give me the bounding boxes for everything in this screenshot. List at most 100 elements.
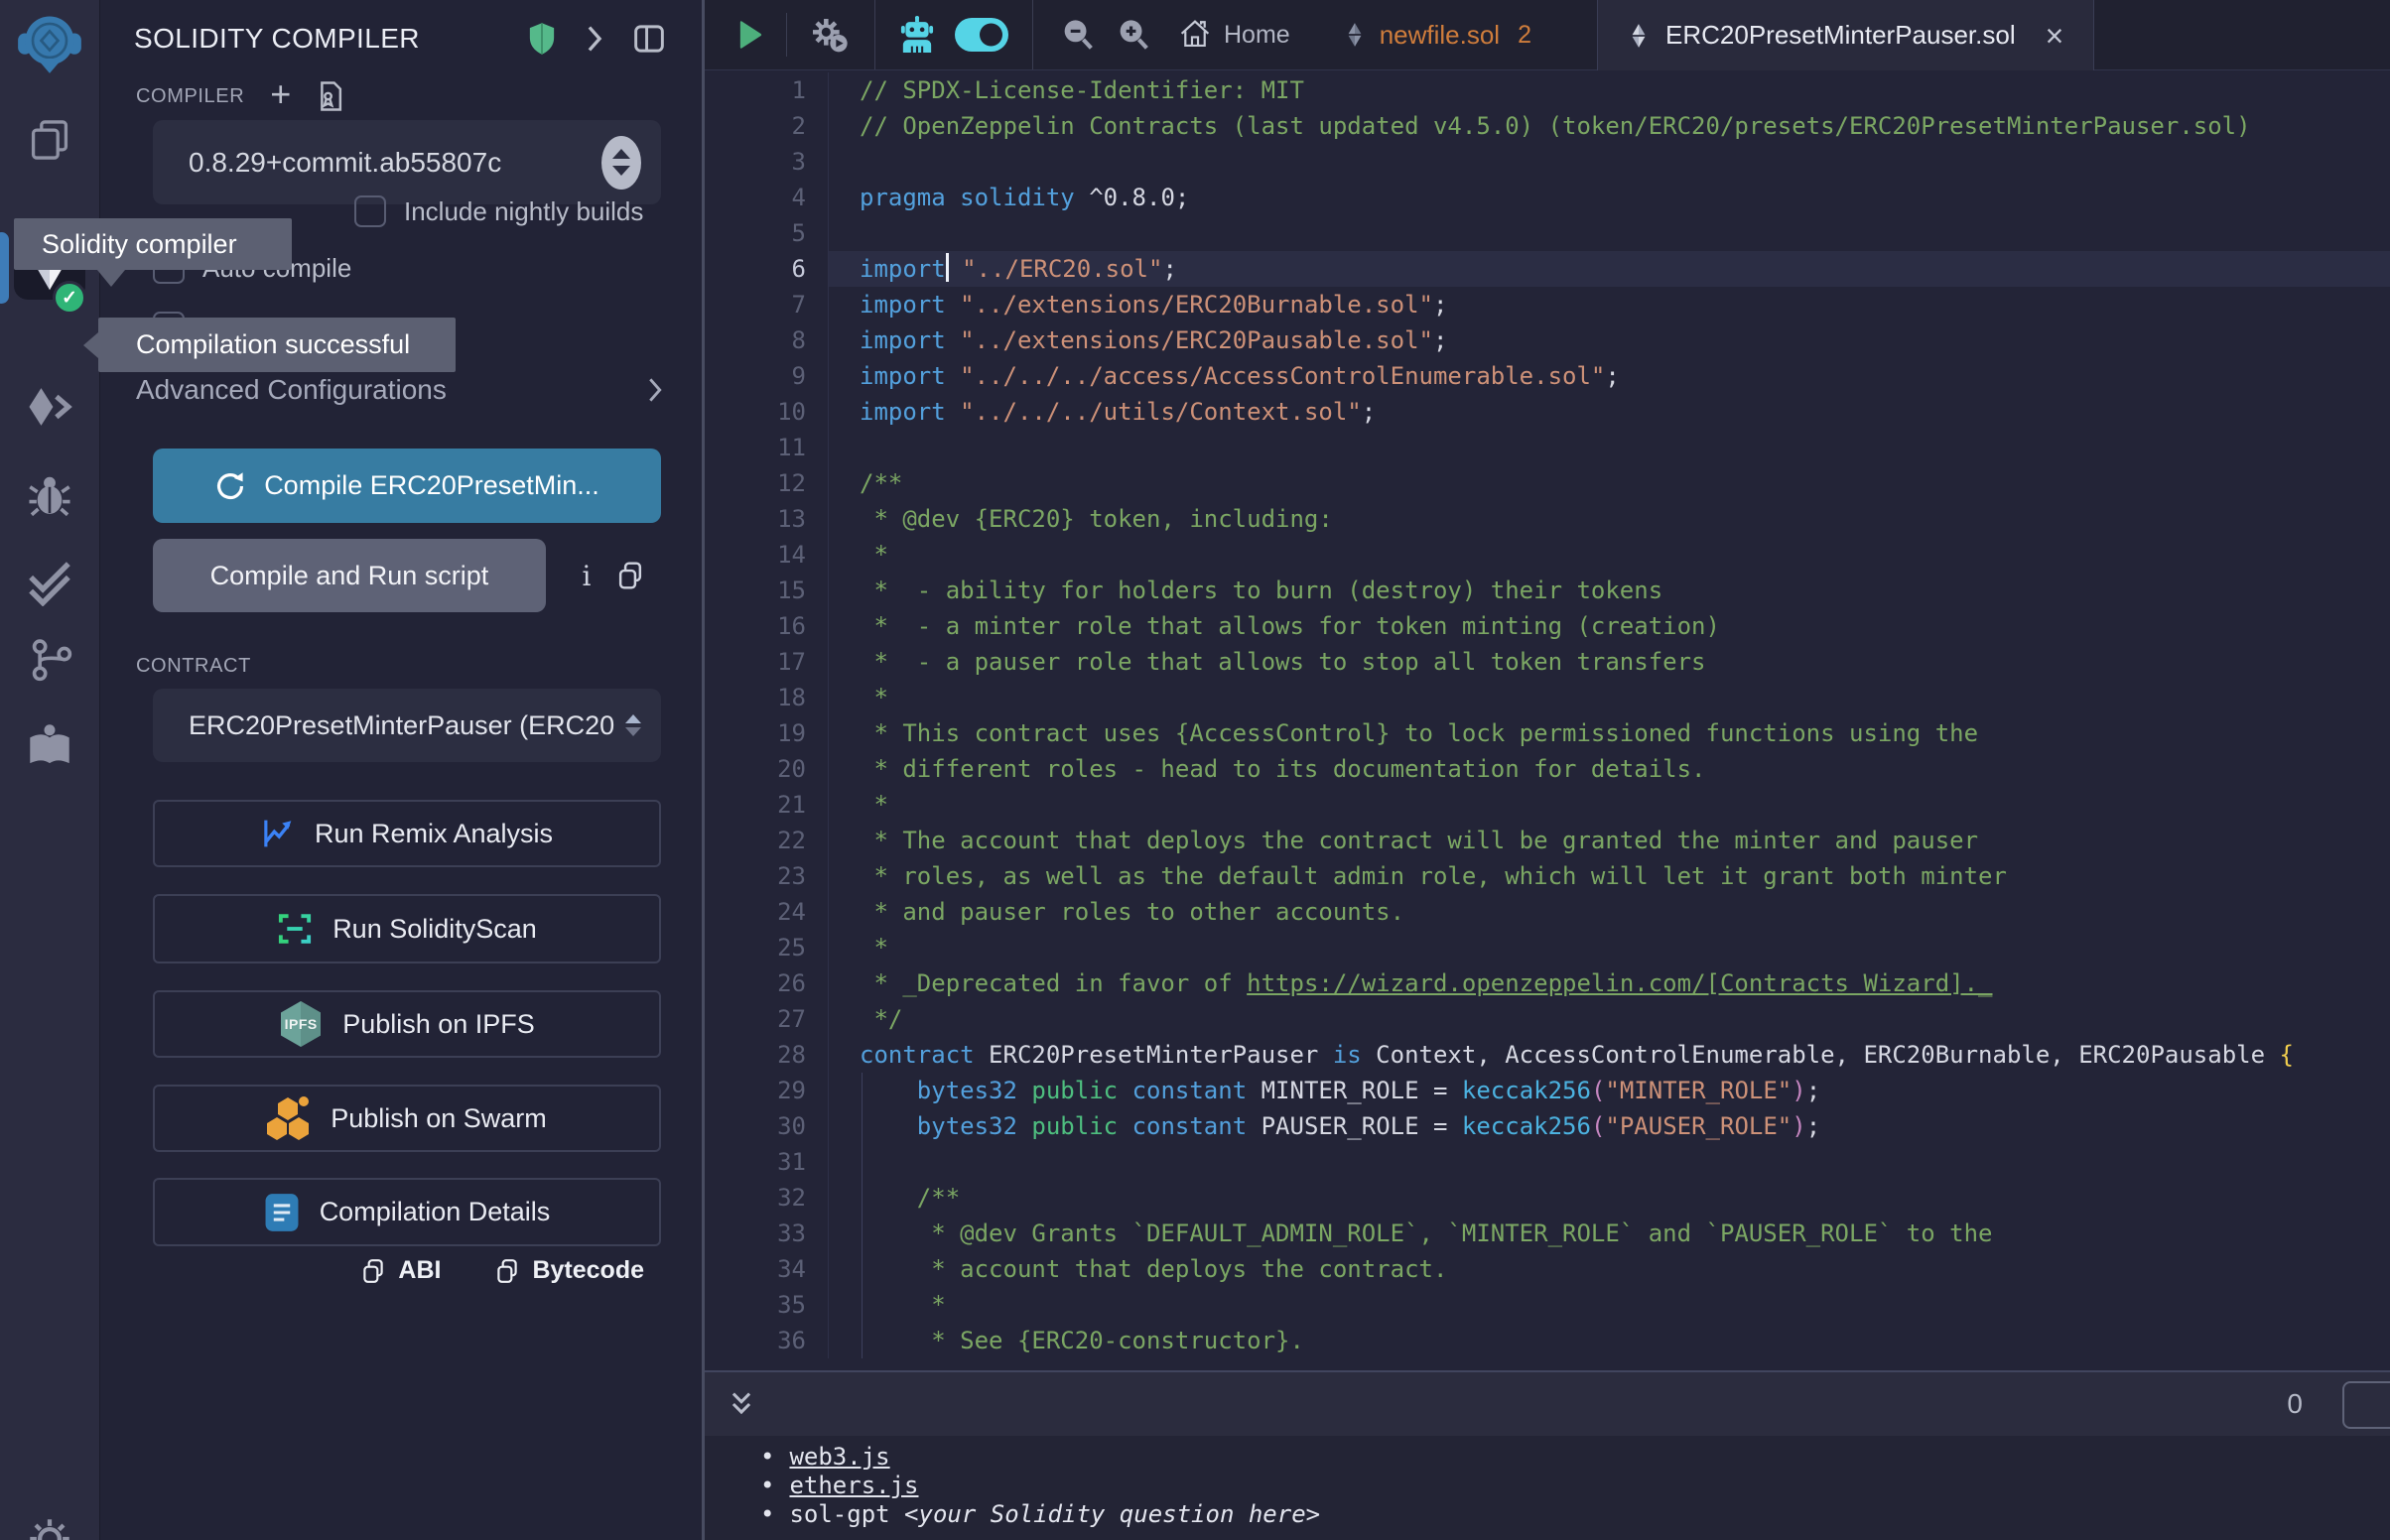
code-line[interactable]: 27 */	[705, 1001, 2390, 1037]
code-line[interactable]: 32 /**	[705, 1180, 2390, 1216]
code-line[interactable]: 20 * different roles - head to its docum…	[705, 751, 2390, 787]
terminal-item[interactable]: •ethers.js	[760, 1472, 2390, 1500]
code-line[interactable]: 8import "../extensions/ERC20Pausable.sol…	[705, 322, 2390, 358]
deploy-run-icon[interactable]	[0, 383, 99, 431]
contract-select-value: ERC20PresetMinterPauser (ERC20	[189, 710, 625, 741]
terminal-item[interactable]: •web3.js	[760, 1443, 2390, 1472]
code-line[interactable]: 3	[705, 144, 2390, 180]
license-file-icon[interactable]	[317, 80, 344, 112]
code-line[interactable]: 12/**	[705, 465, 2390, 501]
advanced-configurations[interactable]: Advanced Configurations	[136, 365, 664, 415]
compilation-details-button[interactable]: Compilation Details	[153, 1178, 661, 1246]
code-line[interactable]: 6import "../ERC20.sol";	[705, 251, 2390, 287]
code-line[interactable]: 29 bytes32 public constant MINTER_ROLE =…	[705, 1073, 2390, 1108]
line-number: 15	[705, 573, 828, 608]
chevron-right-icon[interactable]	[585, 25, 604, 53]
code-line[interactable]: 36 * See {ERC20-constructor}.	[705, 1323, 2390, 1358]
line-number: 17	[705, 644, 828, 680]
code-line[interactable]: 21 *	[705, 787, 2390, 823]
code-line[interactable]: 19 * This contract uses {AccessControl} …	[705, 715, 2390, 751]
line-number: 9	[705, 358, 828, 394]
terminal-output[interactable]: •web3.js•ethers.js•sol-gpt <your Solidit…	[705, 1436, 2390, 1540]
code-line[interactable]: 10import "../../../utils/Context.sol";	[705, 394, 2390, 430]
settings-gear-icon[interactable]	[0, 1516, 99, 1540]
script-config-gear-icon[interactable]	[809, 15, 849, 55]
code-line[interactable]: 30 bytes32 public constant PAUSER_ROLE =…	[705, 1108, 2390, 1144]
line-number: 1	[705, 72, 828, 108]
code-line[interactable]: 9import "../../../access/AccessControlEn…	[705, 358, 2390, 394]
tab-erc20presetminterpauser[interactable]: ERC20PresetMinterPauser.sol ×	[1597, 0, 2094, 70]
code-line[interactable]: 14 *	[705, 537, 2390, 573]
publish-ipfs-button[interactable]: IPFS Publish on IPFS	[153, 990, 661, 1058]
copy-abi-button[interactable]: ABI	[360, 1256, 441, 1285]
copy-icon[interactable]	[610, 539, 650, 612]
remix-logo-icon[interactable]	[0, 8, 99, 75]
code-line[interactable]: 5	[705, 215, 2390, 251]
code-line[interactable]: 23 * roles, as well as the default admin…	[705, 858, 2390, 894]
compiler-version-select[interactable]: 0.8.29+commit.ab55807c	[153, 120, 661, 204]
publish-swarm-button[interactable]: Publish on Swarm	[153, 1085, 661, 1152]
debugger-bug-icon[interactable]	[0, 472, 99, 518]
terminal-search-input[interactable]	[2342, 1381, 2390, 1429]
line-number: 6	[705, 251, 828, 287]
static-analysis-icon[interactable]	[0, 559, 99, 606]
advanced-configurations-label: Advanced Configurations	[136, 374, 646, 406]
copy-bytecode-button[interactable]: Bytecode	[494, 1256, 644, 1285]
button-label: Run SolidityScan	[332, 914, 537, 945]
code-line[interactable]: 22 * The account that deploys the contra…	[705, 823, 2390, 858]
indent-guide	[862, 1251, 863, 1287]
code-line[interactable]: 25 *	[705, 930, 2390, 965]
close-tab-icon[interactable]: ×	[2046, 21, 2064, 51]
run-remix-analysis-button[interactable]: Run Remix Analysis	[153, 800, 661, 867]
code-line[interactable]: 1// SPDX-License-Identifier: MIT	[705, 72, 2390, 108]
code-line[interactable]: 7import "../extensions/ERC20Burnable.sol…	[705, 287, 2390, 322]
line-number: 10	[705, 394, 828, 430]
run-script-play-button[interactable]	[734, 19, 764, 51]
compile-button[interactable]: Compile ERC20PresetMin...	[153, 449, 661, 523]
compile-and-run-button[interactable]: Compile and Run script	[153, 539, 546, 612]
code-line[interactable]: 18 *	[705, 680, 2390, 715]
code-line[interactable]: 35 *	[705, 1287, 2390, 1323]
code-line[interactable]: 26 * _Deprecated in favor of https://wiz…	[705, 965, 2390, 1001]
code-line[interactable]: 31	[705, 1144, 2390, 1180]
terminal-expand-icon[interactable]	[727, 1389, 756, 1419]
indent-guide	[862, 1180, 863, 1216]
zoom-in-icon[interactable]	[1117, 18, 1150, 52]
ai-toggle-on[interactable]	[955, 18, 1008, 52]
terminal-bar: 0	[705, 1370, 2390, 1436]
code-line[interactable]: 4pragma solidity ^0.8.0;	[705, 180, 2390, 215]
git-branch-icon[interactable]	[0, 636, 99, 682]
zoom-out-icon[interactable]	[1061, 18, 1095, 52]
code-line[interactable]: 33 * @dev Grants `DEFAULT_ADMIN_ROLE`, `…	[705, 1216, 2390, 1251]
learneth-book-icon[interactable]	[0, 722, 99, 770]
code-line[interactable]: 16 * - a minter role that allows for tok…	[705, 608, 2390, 644]
code-line[interactable]: 15 * - ability for holders to burn (dest…	[705, 573, 2390, 608]
home-tab-button[interactable]: Home	[1178, 18, 1290, 52]
button-label: Publish on Swarm	[331, 1103, 547, 1134]
contract-select[interactable]: ERC20PresetMinterPauser (ERC20	[153, 689, 661, 762]
panel-title: SOLIDITY COMPILER	[134, 23, 499, 55]
shield-icon[interactable]	[527, 22, 557, 56]
info-icon[interactable]: i	[570, 539, 603, 612]
code-line[interactable]: 28contract ERC20PresetMinterPauser is Co…	[705, 1037, 2390, 1073]
line-number: 5	[705, 215, 828, 251]
code-line[interactable]: 11	[705, 430, 2390, 465]
code-line[interactable]: 34 * account that deploys the contract.	[705, 1251, 2390, 1287]
select-arrows-icon	[601, 136, 641, 190]
file-explorer-icon[interactable]	[0, 117, 99, 163]
add-compiler-icon[interactable]: +	[270, 79, 291, 109]
code-editor[interactable]: 1// SPDX-License-Identifier: MIT2// Open…	[705, 70, 2390, 1370]
button-label: Publish on IPFS	[342, 1009, 535, 1040]
tooltip-text: Solidity compiler	[42, 229, 237, 260]
nightly-builds-checkbox[interactable]	[354, 195, 386, 227]
split-panel-icon[interactable]	[632, 23, 666, 55]
tab-newfile[interactable]: newfile.sol 2	[1344, 0, 1531, 69]
nightly-builds-label: Include nightly builds	[404, 196, 643, 227]
code-line[interactable]: 2// OpenZeppelin Contracts (last updated…	[705, 108, 2390, 144]
terminal-list: •web3.js•ethers.js•sol-gpt <your Solidit…	[760, 1443, 2390, 1529]
code-line[interactable]: 13 * @dev {ERC20} token, including:	[705, 501, 2390, 537]
ai-assistant-robot-icon[interactable]	[899, 15, 935, 55]
run-solidityscan-button[interactable]: Run SolidityScan	[153, 894, 661, 963]
code-line[interactable]: 17 * - a pauser role that allows to stop…	[705, 644, 2390, 680]
code-line[interactable]: 24 * and pauser roles to other accounts.	[705, 894, 2390, 930]
